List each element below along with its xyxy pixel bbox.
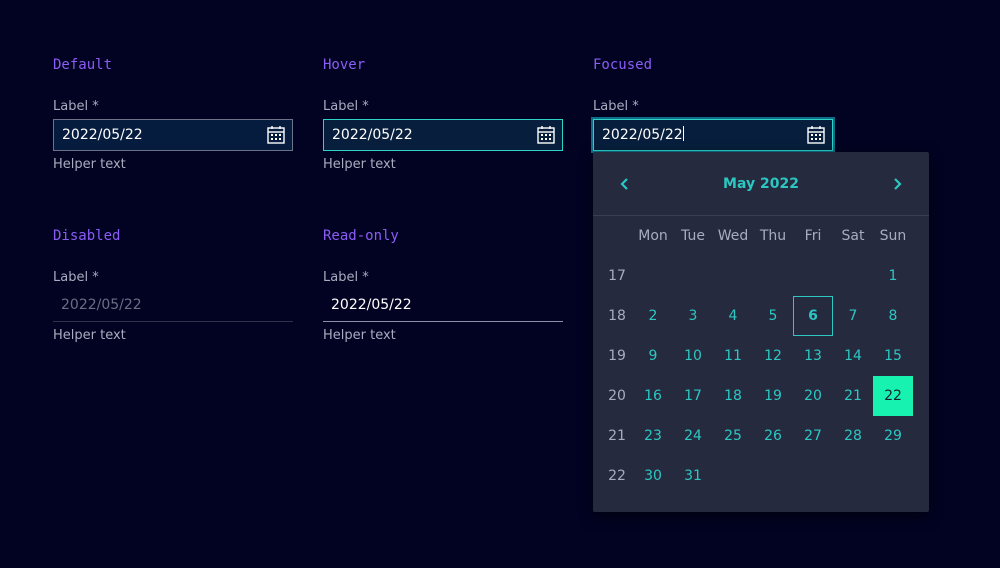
day-cell[interactable]: 17: [673, 376, 713, 416]
state-title-disabled: Disabled: [53, 228, 121, 244]
field-label: Label *: [323, 99, 369, 114]
helper-text: Helper text: [53, 328, 126, 343]
day-cell[interactable]: 1: [873, 256, 913, 296]
weekday-label: Thu: [759, 228, 787, 244]
helper-text: Helper text: [323, 328, 396, 343]
day-cell[interactable]: 7: [833, 296, 873, 336]
helper-text: Helper text: [53, 157, 126, 172]
day-cell[interactable]: 24: [673, 416, 713, 456]
day-cell[interactable]: 26: [753, 416, 793, 456]
calendar-header: May 2022: [593, 152, 929, 216]
week-number: 17: [608, 268, 626, 284]
day-cell-today[interactable]: 6: [793, 296, 833, 336]
week-number: 20: [608, 388, 626, 404]
day-cell[interactable]: 13: [793, 336, 833, 376]
day-cell[interactable]: 3: [673, 296, 713, 336]
calendar-popup: May 2022 Mon Tue Wed Thu Fri Sat Sun 17 1 18 2 3 4 5…: [593, 152, 929, 512]
day-cell[interactable]: 2: [633, 296, 673, 336]
day-cell[interactable]: 25: [713, 416, 753, 456]
weekday-label: Sat: [841, 228, 865, 244]
day-cell[interactable]: 10: [673, 336, 713, 376]
weekday-label: Fri: [804, 228, 822, 244]
field-label: Label *: [593, 99, 639, 114]
day-cell[interactable]: 28: [833, 416, 873, 456]
weekday-label: Sun: [879, 228, 907, 244]
day-cell[interactable]: 5: [753, 296, 793, 336]
date-value: 2022/05/22: [332, 127, 413, 143]
week-number: 18: [608, 308, 626, 324]
state-title-readonly: Read-only: [323, 228, 399, 244]
field-label: Label *: [53, 99, 99, 114]
day-cell-selected[interactable]: 22: [873, 376, 913, 416]
field-label: Label *: [53, 270, 99, 285]
date-input-readonly: 2022/05/22: [323, 290, 563, 322]
date-input-disabled: 2022/05/22: [53, 290, 293, 322]
helper-text: Helper text: [323, 157, 396, 172]
day-cell[interactable]: 30: [633, 456, 673, 496]
day-cell[interactable]: 4: [713, 296, 753, 336]
calendar-icon[interactable]: [537, 126, 555, 144]
date-input-default[interactable]: 2022/05/22: [53, 119, 293, 151]
day-cell[interactable]: 16: [633, 376, 673, 416]
datepicker-states-page: Default Label * 2022/05/22 Helper text H…: [0, 0, 1000, 568]
weekday-label: Mon: [638, 228, 668, 244]
state-title-focused: Focused: [593, 57, 653, 73]
date-value: 2022/05/22: [331, 297, 412, 313]
day-cell[interactable]: 23: [633, 416, 673, 456]
day-cell[interactable]: 12: [753, 336, 793, 376]
date-input-focused[interactable]: 2022/05/22: [593, 119, 833, 151]
date-value: 2022/05/22: [602, 127, 683, 143]
day-cell[interactable]: 8: [873, 296, 913, 336]
chevron-right-icon: [894, 178, 902, 190]
month-label: May 2022: [723, 176, 799, 192]
day-cell[interactable]: 11: [713, 336, 753, 376]
day-cell[interactable]: 18: [713, 376, 753, 416]
text-cursor: [682, 126, 684, 141]
day-cell[interactable]: 19: [753, 376, 793, 416]
next-month-button[interactable]: [885, 172, 909, 196]
week-number: 21: [608, 428, 626, 444]
date-value: 2022/05/22: [61, 297, 142, 313]
day-cell[interactable]: 27: [793, 416, 833, 456]
field-label: Label *: [323, 270, 369, 285]
state-title-hover: Hover: [323, 57, 366, 73]
state-title-default: Default: [53, 57, 113, 73]
calendar-icon[interactable]: [267, 126, 285, 144]
calendar-icon[interactable]: [807, 126, 825, 144]
day-cell[interactable]: 31: [673, 456, 713, 496]
week-number: 19: [608, 348, 626, 364]
week-number: 22: [608, 468, 626, 484]
weekday-label: Wed: [717, 228, 749, 244]
weekday-label: Tue: [681, 228, 705, 244]
day-cell[interactable]: 9: [633, 336, 673, 376]
day-cell[interactable]: 15: [873, 336, 913, 376]
day-cell[interactable]: 21: [833, 376, 873, 416]
day-cell[interactable]: 14: [833, 336, 873, 376]
day-cell[interactable]: 29: [873, 416, 913, 456]
date-input-hover[interactable]: 2022/05/22: [323, 119, 563, 151]
day-cell[interactable]: 20: [793, 376, 833, 416]
date-value: 2022/05/22: [62, 127, 143, 143]
